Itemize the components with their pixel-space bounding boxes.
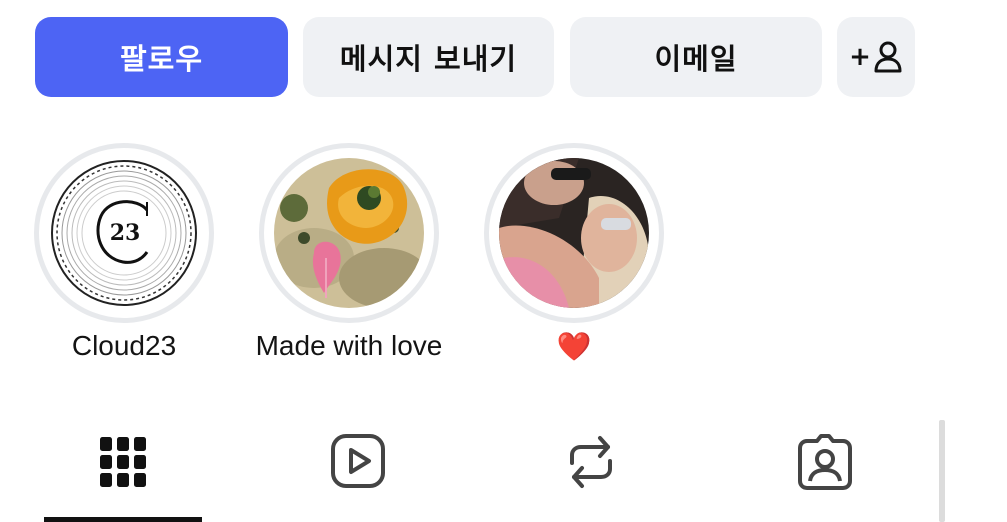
- selected-tab-indicator: [44, 517, 202, 522]
- scrollbar[interactable]: [939, 420, 945, 522]
- profile-page: 팔로우 메시지 보내기 이메일 + 23 Cloud23 Made with l…: [0, 0, 1007, 522]
- cloud23-cover-text: 23: [110, 220, 141, 246]
- email-button[interactable]: 이메일: [570, 17, 822, 97]
- reels-play-icon: [331, 434, 385, 488]
- highlight-label: ❤️: [556, 331, 592, 362]
- email-button-label: 이메일: [654, 42, 738, 76]
- add-person-icon: +: [849, 40, 903, 74]
- follow-button[interactable]: 팔로우: [35, 17, 288, 97]
- tagged-person-icon: [798, 434, 852, 490]
- message-button-label: 메시지 보내기: [339, 42, 518, 76]
- grid-icon: [100, 437, 146, 487]
- tab-grid[interactable]: [44, 415, 202, 522]
- highlight-cloud23[interactable]: 23 Cloud23: [34, 143, 214, 368]
- highlight-cover-cloud23: 23: [49, 158, 199, 308]
- tab-reels[interactable]: [279, 415, 437, 522]
- follow-button-label: 팔로우: [119, 42, 204, 76]
- profile-tabs: [0, 415, 1007, 522]
- highlight-cover-food-photo: [274, 158, 424, 308]
- highlight-heart[interactable]: ❤️: [484, 143, 664, 368]
- highlight-cover-selfie-photo: [499, 158, 649, 308]
- tab-reposts[interactable]: [512, 415, 670, 522]
- highlight-made-with-love[interactable]: Made with love: [256, 143, 442, 368]
- message-button[interactable]: 메시지 보내기: [303, 17, 554, 97]
- repost-icon: [570, 436, 612, 488]
- add-person-plus: +: [849, 42, 872, 72]
- add-person-button[interactable]: +: [837, 17, 915, 97]
- tab-tagged[interactable]: [746, 415, 904, 522]
- profile-actions: 팔로우 메시지 보내기 이메일 +: [0, 0, 1007, 110]
